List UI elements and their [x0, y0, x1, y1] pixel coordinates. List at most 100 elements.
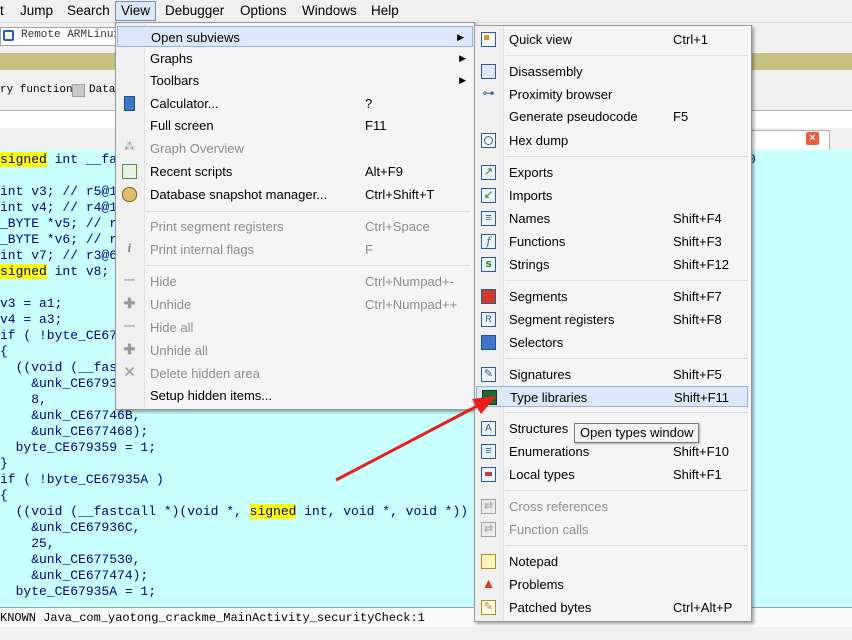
menu-item-label: Hide all: [150, 320, 194, 335]
menu-item-label: Names: [509, 211, 551, 226]
menu-item-cross-references[interactable]: ⇄ Cross references: [475, 496, 751, 517]
debugger-select[interactable]: Remote ARMLinux/: [0, 27, 127, 46]
menu-options[interactable]: Options: [240, 3, 287, 19]
menu-item-label: Imports: [509, 188, 553, 203]
menu-item-label: Print segment registers: [150, 219, 284, 234]
menu-item-shortcut: Shift+F12: [673, 257, 730, 272]
menu-item-disassembly[interactable]: Disassembly: [475, 61, 751, 82]
menu-item-exports[interactable]: ↗ Exports: [475, 162, 751, 183]
menu-item-label: Segment registers: [509, 312, 615, 327]
code-line: &unk_CE677468);: [0, 424, 149, 439]
menu-item-selectors[interactable]: Selectors: [475, 332, 751, 353]
menu-item-functions[interactable]: f Functions Shift+F3: [475, 231, 751, 252]
menu-item-label: Graph Overview: [150, 141, 244, 156]
menu-edit[interactable]: t: [0, 3, 4, 19]
menu-item-shortcut: ?: [365, 96, 373, 111]
menu-item-quick-view[interactable]: Quick view Ctrl+1: [475, 29, 751, 50]
selectors-icon: [481, 335, 496, 350]
menu-item-type-libraries[interactable]: Type libraries Shift+F11: [476, 386, 748, 407]
enumerations-icon: ≡: [481, 444, 496, 459]
menu-item-imports[interactable]: ↙ Imports: [475, 185, 751, 206]
menu-item-function-calls[interactable]: ⇄ Function calls: [475, 519, 751, 540]
menu-item-patched-bytes[interactable]: ✎ Patched bytes Ctrl+Alt+P: [475, 597, 751, 618]
menu-item-shortcut: Ctrl+Numpad++: [365, 297, 458, 312]
menu-item-full-screen[interactable]: Full screen F11: [116, 115, 474, 136]
menu-item-label: Unhide: [150, 297, 192, 312]
menu-item-label: Graphs: [150, 51, 193, 66]
snapshot-icon: [122, 187, 137, 202]
submenu-arrow-icon: ▶: [459, 75, 466, 85]
menu-item-graph-overview[interactable]: ⁂ Graph Overview: [116, 138, 474, 159]
menu-item-unhide[interactable]: ✚ Unhide Ctrl+Numpad++: [116, 294, 474, 315]
menu-item-graphs[interactable]: Graphs ▶: [116, 48, 474, 69]
type-libraries-icon: [482, 390, 497, 405]
code-line: v4 = a3;: [0, 312, 63, 327]
code-line: if ( !byte_CE67: [0, 328, 118, 343]
code-line: if ( !byte_CE67935A ): [0, 472, 164, 487]
code-line: &unk_CE677474);: [0, 568, 149, 583]
menu-jump[interactable]: Jump: [20, 3, 53, 19]
menu-item-segment-registers[interactable]: R Segment registers Shift+F8: [475, 309, 751, 330]
menu-item-shortcut: F5: [673, 109, 689, 124]
menu-item-problems[interactable]: ▲ Problems: [475, 574, 751, 595]
xrefs-icon: ⇄: [481, 499, 496, 514]
info-icon: i: [127, 242, 132, 255]
menu-item-label: Enumerations: [509, 444, 590, 459]
menu-item-print-segment-registers[interactable]: Print segment registers Ctrl+Space: [116, 216, 474, 237]
menu-item-calculator[interactable]: Calculator... ?: [116, 93, 474, 114]
menu-item-shortcut: Shift+F1: [673, 467, 722, 482]
menu-item-open-subviews[interactable]: Open subviews ▶: [117, 26, 473, 47]
menu-item-hide-all[interactable]: — Hide all: [116, 317, 474, 338]
menu-item-shortcut: Ctrl+Numpad+-: [365, 274, 454, 289]
view-menu: Open subviews ▶ Graphs ▶ Toolbars ▶ Calc…: [115, 22, 475, 410]
menu-item-delete-hidden-area[interactable]: ✕ Delete hidden area: [116, 363, 474, 384]
code-line: int v4; // r4@1: [0, 200, 118, 215]
code-line: signed int __fast: [0, 152, 133, 167]
menu-item-enumerations[interactable]: ≡ Enumerations Shift+F10: [475, 441, 751, 462]
menu-item-database-snapshot[interactable]: Database snapshot manager... Ctrl+Shift+…: [116, 184, 474, 205]
menu-item-shortcut: Shift+F8: [673, 312, 722, 327]
debugger-select-value: Remote ARMLinux/: [21, 29, 127, 41]
menu-item-local-types[interactable]: Local types Shift+F1: [475, 464, 751, 485]
menu-windows[interactable]: Windows: [302, 3, 357, 19]
plus-icon: ✚: [123, 341, 136, 357]
strings-icon: s: [481, 257, 496, 272]
menu-item-label: Patched bytes: [509, 600, 592, 615]
code-line: _BYTE *v6; // r: [0, 232, 118, 247]
menu-item-names[interactable]: ≡ Names Shift+F4: [475, 208, 751, 229]
plus-icon: ✚: [123, 295, 136, 311]
menu-help[interactable]: Help: [371, 3, 399, 19]
menu-item-label: Print internal flags: [150, 242, 255, 257]
menu-item-print-internal-flags[interactable]: i Print internal flags F: [116, 239, 474, 260]
menu-item-shortcut: Alt+F9: [365, 164, 403, 179]
menu-item-notepad[interactable]: Notepad: [475, 551, 751, 572]
menu-item-signatures[interactable]: ✎ Signatures Shift+F5: [475, 364, 751, 385]
menu-item-shortcut: Shift+F7: [673, 289, 722, 304]
menu-view[interactable]: View: [115, 1, 157, 21]
menu-item-label: Proximity browser: [509, 87, 613, 102]
menu-item-label: Unhide all: [150, 343, 208, 358]
menu-item-segments[interactable]: Segments Shift+F7: [475, 286, 751, 307]
menu-item-hide[interactable]: — Hide Ctrl+Numpad+-: [116, 271, 474, 292]
code-line: _BYTE *v5; // r: [0, 216, 118, 231]
menu-item-recent-scripts[interactable]: Recent scripts Alt+F9: [116, 161, 474, 182]
calculator-icon: [124, 96, 135, 111]
menu-debugger[interactable]: Debugger: [165, 3, 224, 19]
menu-separator: [505, 545, 747, 546]
menu-item-label: Toolbars: [150, 73, 200, 88]
menu-item-label: Exports: [509, 165, 554, 180]
menu-item-hex-dump[interactable]: Hex dump: [475, 130, 751, 151]
menu-item-setup-hidden-items[interactable]: Setup hidden items...: [116, 385, 474, 406]
minus-icon: —: [124, 274, 135, 286]
menu-item-toolbars[interactable]: Toolbars ▶: [116, 70, 474, 91]
menu-separator: [146, 211, 470, 212]
code-line: ((void (__fastcall *)(void *, signed int…: [0, 504, 469, 519]
menu-item-unhide-all[interactable]: ✚ Unhide all: [116, 340, 474, 361]
legend-data-label: Data: [89, 84, 116, 96]
close-icon[interactable]: ×: [806, 132, 819, 145]
menu-search[interactable]: Search: [67, 3, 110, 19]
function-calls-icon: ⇄: [481, 522, 496, 537]
menu-item-proximity-browser[interactable]: ⊶ Proximity browser: [475, 84, 751, 105]
menu-item-strings[interactable]: s Strings Shift+F12: [475, 254, 751, 275]
menu-item-generate-pseudocode[interactable]: Generate pseudocode F5: [475, 106, 751, 127]
